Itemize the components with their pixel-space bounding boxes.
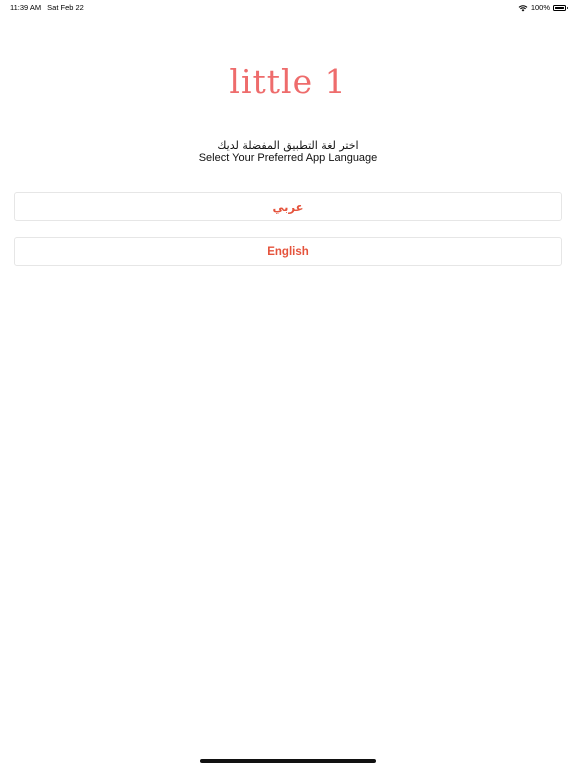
app-logo: little 1: [229, 62, 347, 101]
arabic-language-label: عربي: [272, 199, 304, 214]
home-indicator[interactable]: [200, 759, 376, 763]
prompt-arabic: اختر لغة التطبيق المفضلة لديك: [217, 139, 359, 152]
arabic-language-button[interactable]: عربي: [14, 192, 562, 221]
status-bar: 11:39 AM Sat Feb 22 100%: [0, 0, 576, 14]
status-right: 100%: [518, 3, 568, 12]
prompt-english: Select Your Preferred App Language: [198, 152, 378, 164]
battery-icon: [553, 4, 568, 11]
battery-percentage: 100%: [530, 3, 550, 12]
english-language-label: English: [267, 245, 309, 258]
status-left: 11:39 AM Sat Feb 22: [10, 3, 84, 12]
english-language-button[interactable]: English: [14, 237, 562, 266]
language-selection-screen: 11:39 AM Sat Feb 22 100% little 1 اختر ل…: [0, 0, 576, 768]
status-date: Sat Feb 22: [47, 3, 84, 12]
status-time: 11:39 AM: [10, 3, 42, 12]
wifi-icon: [518, 4, 528, 12]
